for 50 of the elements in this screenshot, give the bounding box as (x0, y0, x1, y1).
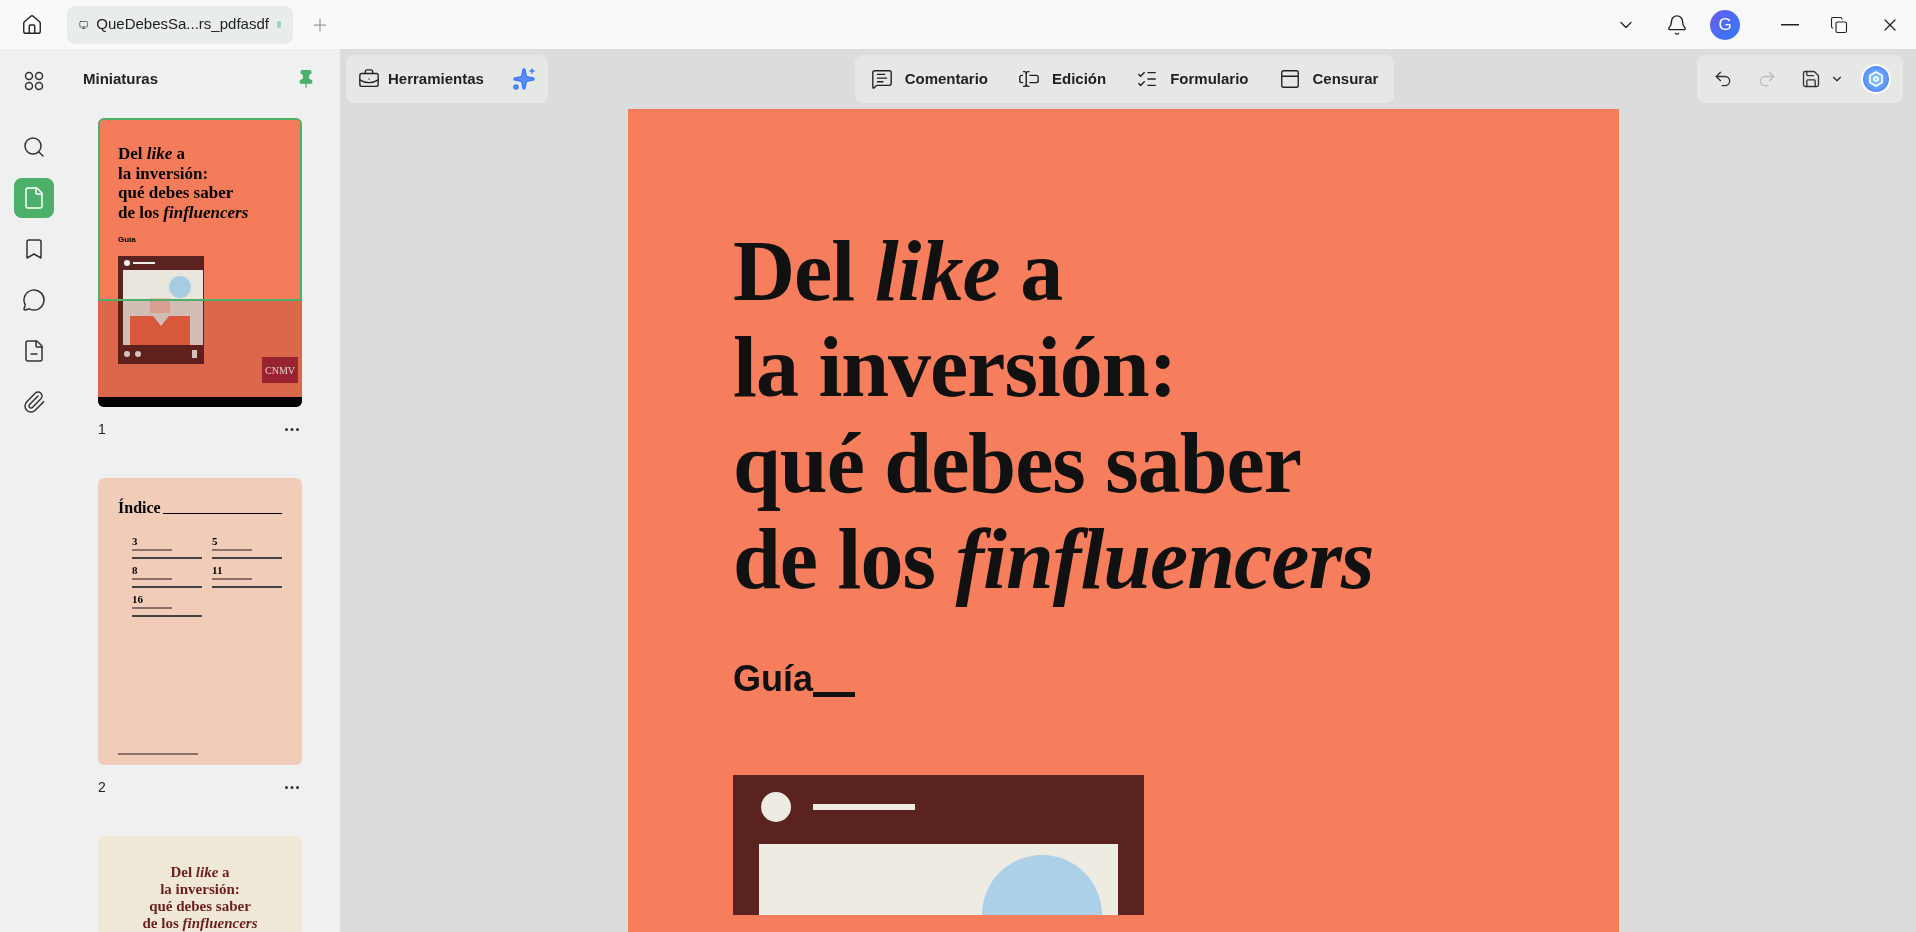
sparkles-icon (511, 67, 536, 91)
comment-icon (870, 68, 893, 90)
mode-button[interactable]: Comentario (870, 67, 988, 91)
document-subtitle: Guía (733, 661, 813, 697)
page-number: 3 (132, 536, 139, 547)
restore-icon (1830, 15, 1848, 34)
mode-button[interactable]: Censurar (1278, 67, 1379, 91)
page-thumbnail[interactable]: Índice 3 5 8 11 16 (98, 478, 302, 765)
page-number: 16 (132, 594, 144, 605)
page-number: 5 (212, 536, 219, 547)
text-placeholder-line (132, 607, 172, 609)
thumbnail-title: Del like a la inversión: qué debes saber de los finfluencers (142, 864, 258, 932)
text-cursor-icon (1018, 68, 1040, 90)
page-number: 2 (98, 778, 106, 797)
redo-icon (1757, 69, 1777, 89)
more-icon (285, 428, 299, 431)
toolbox-icon (358, 68, 380, 90)
thumbnail-heading: Índice (118, 500, 161, 516)
text-placeholder-line (212, 549, 252, 551)
text-placeholder-line (132, 578, 172, 580)
paperclip-icon (21, 390, 46, 414)
document-tab[interactable]: QueDebesSa...rs_pdfasdf (67, 5, 293, 44)
page-thumbnail[interactable]: Del like a la inversión: qué debes saber de los finfluencers (98, 836, 302, 932)
more-icon (285, 786, 299, 789)
page-number: 8 (132, 565, 139, 576)
text-placeholder-line (132, 549, 172, 551)
tools-button[interactable]: Herramientas (358, 67, 484, 91)
page-thumbnail[interactable]: Del like a la inversión: qué debes saber de los finfluencers Guía CNMV (98, 118, 302, 407)
thumbnail-subtitle: Guía (118, 236, 136, 244)
home-icon (21, 13, 43, 36)
bell-icon (1666, 13, 1688, 36)
search-icon (21, 135, 46, 159)
thumbnail-title: Del like a la inversión: qué debes saber de los finfluencers (118, 144, 250, 222)
apps-icon (23, 71, 44, 91)
save-icon (1801, 69, 1821, 89)
ai-button[interactable] (511, 67, 536, 91)
logo: CNMV (262, 357, 298, 383)
account-avatar[interactable]: G (1710, 9, 1740, 40)
mode-button[interactable]: Formulario (1136, 67, 1249, 91)
text-placeholder-line (212, 578, 252, 580)
minimize-icon (1781, 23, 1799, 26)
panel-icon (1278, 68, 1301, 90)
mode-button[interactable]: Edición (1018, 67, 1107, 91)
comment-icon (21, 288, 46, 312)
page-number: 1 (98, 420, 106, 439)
document-title: Del like a la inversión: qué debes saber de los finfluencers (733, 223, 1375, 607)
assistant-icon[interactable] (1861, 64, 1891, 94)
page-number: 11 (212, 565, 224, 576)
panel-title: Miniaturas (83, 68, 158, 89)
undo-icon (1713, 69, 1733, 89)
